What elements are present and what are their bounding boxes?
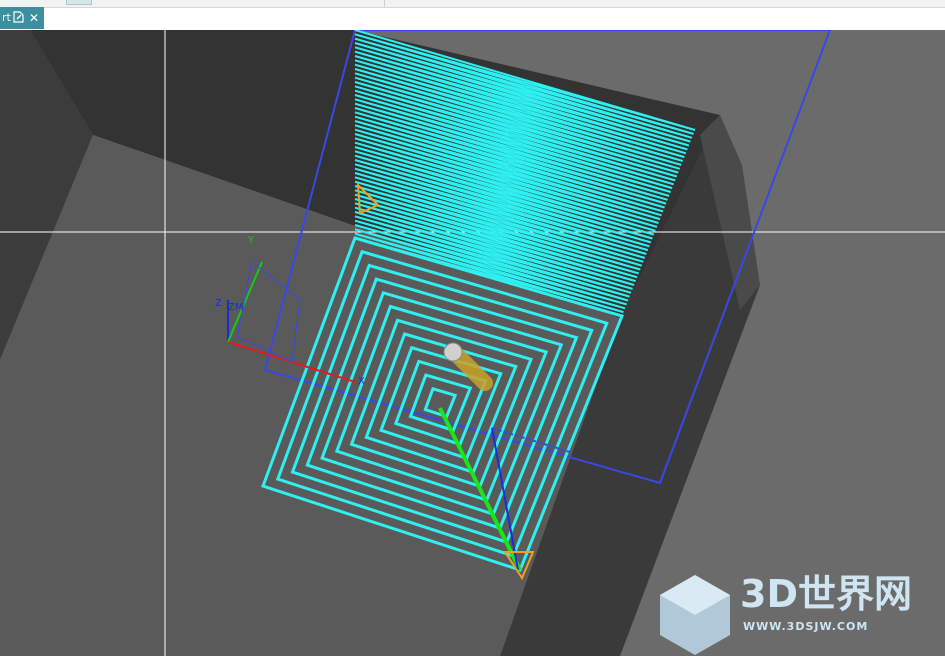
tab-bar: rt ✕ bbox=[0, 0, 945, 31]
tab-part[interactable]: rt ✕ bbox=[0, 7, 44, 29]
y-axis-label: Y bbox=[247, 235, 255, 246]
watermark-url: WWW.3DSJW.COM bbox=[743, 620, 868, 633]
tab-label: rt bbox=[2, 11, 11, 24]
tab-strip bbox=[0, 7, 945, 31]
x-axis-label: X bbox=[358, 376, 365, 387]
cam-window: rt ✕ Z ZM X Y 3D世界网 WWW.3DSJW.COM bbox=[0, 0, 945, 656]
z-axis-label: Z bbox=[215, 298, 222, 309]
edit-document-icon[interactable] bbox=[13, 11, 24, 23]
graphics-viewport[interactable]: Z ZM X Y 3D世界网 WWW.3DSJW.COM bbox=[0, 30, 945, 656]
scene-svg: Z ZM X Y 3D世界网 WWW.3DSJW.COM bbox=[0, 30, 945, 656]
scroll-thumb[interactable] bbox=[66, 0, 92, 5]
mcs-label: ZM bbox=[228, 302, 243, 313]
watermark-brand: 3D世界网 bbox=[740, 572, 912, 616]
close-icon[interactable]: ✕ bbox=[29, 7, 41, 29]
divider bbox=[384, 0, 385, 7]
